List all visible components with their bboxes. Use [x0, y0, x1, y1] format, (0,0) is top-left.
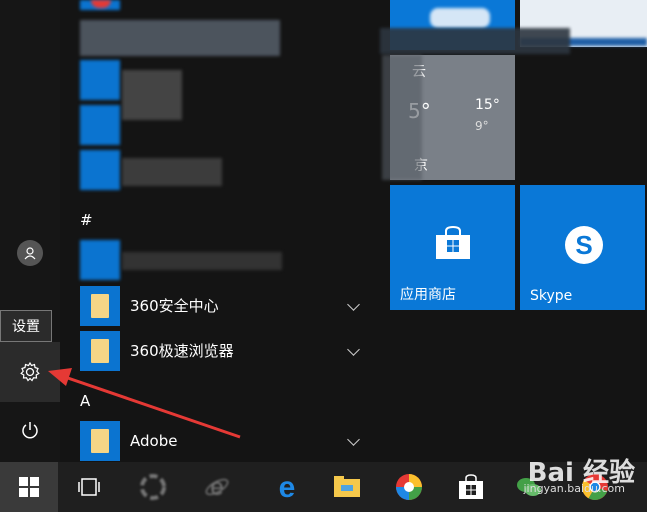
ie-button[interactable]: e	[188, 462, 246, 512]
annotation-arrow-overlay	[48, 368, 241, 439]
task-view-icon	[78, 478, 100, 496]
edge-button[interactable]: e	[258, 462, 316, 512]
edge-icon: e	[279, 473, 296, 501]
watermark-url: jingyan.baidu.com	[523, 482, 625, 495]
start-button[interactable]	[0, 462, 58, 512]
file-explorer-icon	[334, 476, 360, 497]
red-arrow-line	[61, 374, 241, 439]
store-icon	[459, 474, 483, 499]
windows-logo-icon	[19, 477, 39, 497]
pinwheel-icon	[140, 474, 166, 500]
red-arrow-head	[48, 368, 72, 386]
file-explorer-button[interactable]	[318, 462, 376, 512]
store-taskbar-button[interactable]	[442, 462, 500, 512]
pinwheel-app-button[interactable]	[124, 462, 182, 512]
svg-text:e: e	[210, 474, 223, 500]
svg-text:e: e	[279, 473, 296, 501]
photos-app-button[interactable]	[380, 462, 438, 512]
taskbar: e e Bai 经验 jingyan.baidu.com	[0, 458, 647, 512]
task-view-button[interactable]	[60, 462, 118, 512]
ie-icon: e	[205, 474, 229, 500]
photos-icon	[396, 474, 422, 500]
